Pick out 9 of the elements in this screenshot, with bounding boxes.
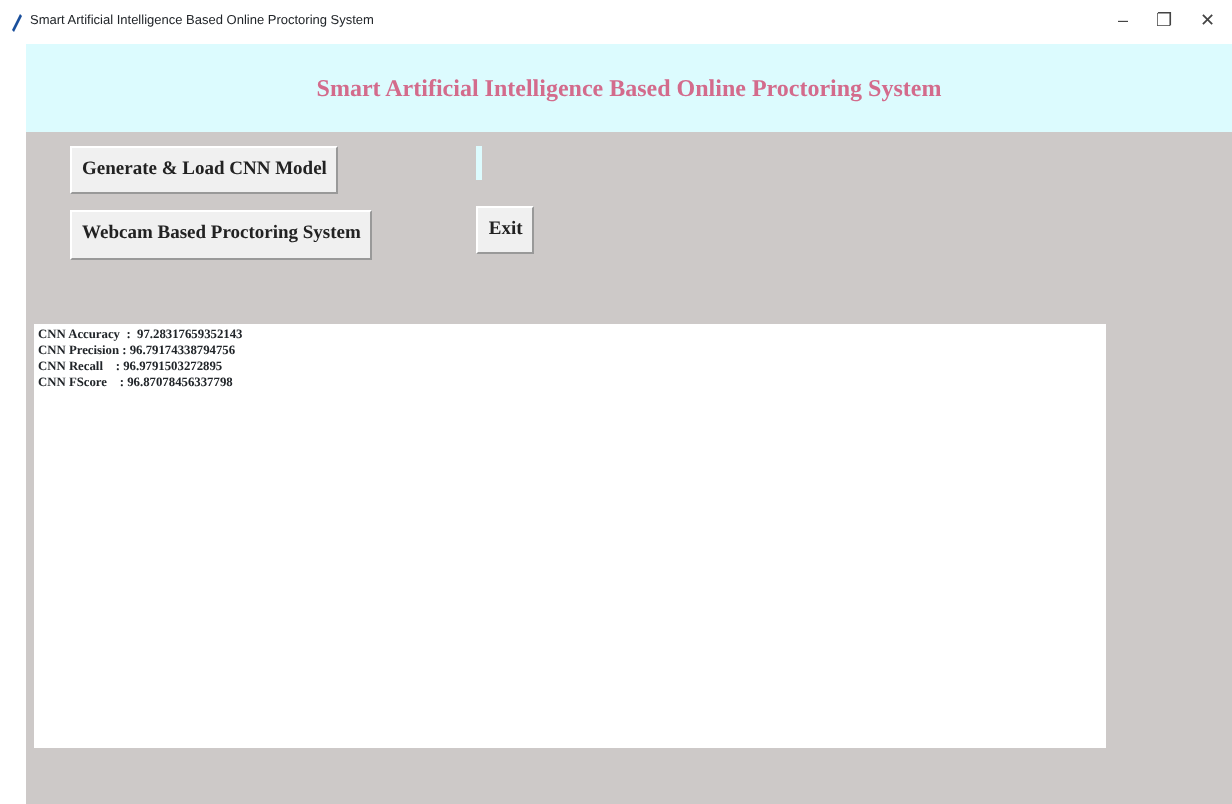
close-button[interactable]: ✕ [1200,8,1216,36]
action-button[interactable]: Webcam Based Proctoring System [70,210,373,259]
action-button[interactable]: Generate & Load CNN Model [70,146,339,195]
header-title: Smart Artificial Intelligence Based Online Proctoring System [26,44,1232,132]
minimize-button[interactable]: – [1117,8,1128,36]
restore-button[interactable]: ❐ [1156,8,1172,36]
exit-button[interactable]: Exit [476,206,535,255]
status-label [476,146,483,180]
feather-icon [12,13,22,31]
